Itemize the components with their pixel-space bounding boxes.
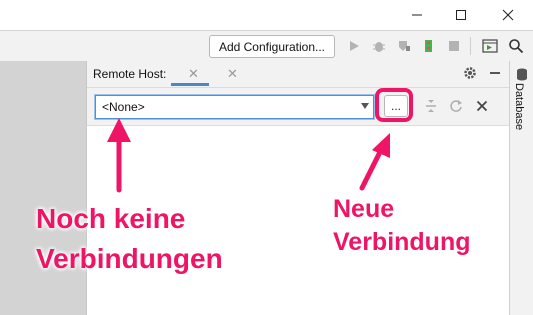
arrow-left [107,118,131,193]
annotation-line: Neue [333,195,395,223]
annotation-line: Noch keine [36,203,186,234]
annotation-no-connections: Noch keine Verbindungen [36,203,223,275]
annotation-line: Verbindung [333,228,471,256]
annotation-new-connection: Neue Verbindung [333,194,471,257]
arrow-right [359,133,390,191]
annotation-line: Verbindungen [36,243,223,274]
